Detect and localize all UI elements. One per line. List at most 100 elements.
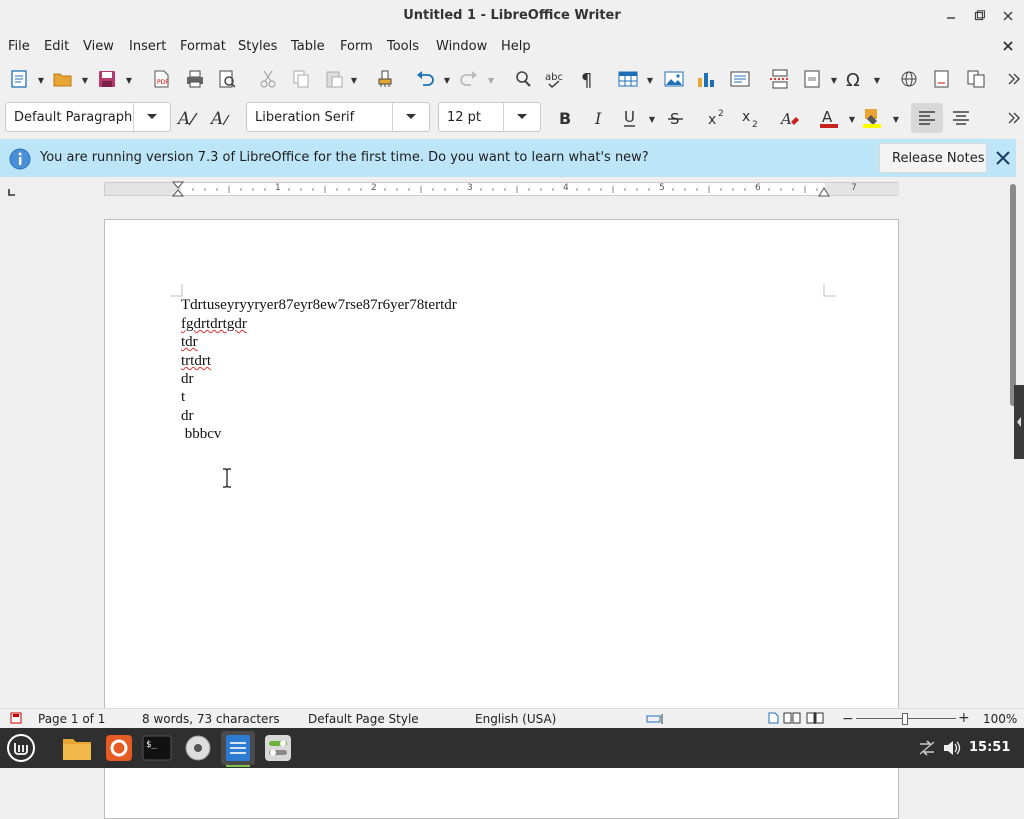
menu-file[interactable]: File (8, 39, 30, 54)
close-document-button[interactable] (998, 36, 1018, 56)
libreoffice-writer-task[interactable] (221, 731, 255, 765)
tab-stop-type-icon[interactable] (7, 186, 17, 201)
horizontal-ruler[interactable]: 1 2 3 4 5 6 7 (104, 182, 899, 196)
formatting-marks-icon[interactable]: ¶ (576, 67, 600, 91)
maximize-button[interactable] (969, 6, 989, 26)
firefox-icon[interactable] (104, 733, 134, 763)
clear-formatting-icon[interactable]: A (778, 106, 802, 130)
zoom-slider-handle[interactable] (902, 713, 908, 725)
chevron-down-icon[interactable] (392, 103, 429, 131)
special-char-dropdown-icon[interactable]: ▼ (873, 76, 881, 85)
insert-chart-icon[interactable] (694, 67, 718, 91)
book-view-icon[interactable] (806, 712, 824, 728)
disc-burner-icon[interactable] (183, 733, 213, 763)
document-line[interactable]: tdr (181, 334, 198, 351)
menu-form[interactable]: Form (340, 39, 373, 54)
open-dropdown-icon[interactable]: ▼ (81, 76, 89, 85)
language[interactable]: English (USA) (475, 712, 556, 726)
document-line[interactable]: t (181, 389, 185, 406)
insert-table-icon[interactable] (616, 67, 640, 91)
cut-icon[interactable] (256, 67, 280, 91)
files-folder-icon[interactable] (62, 733, 92, 763)
insert-image-icon[interactable] (662, 67, 686, 91)
page-style[interactable]: Default Page Style (308, 712, 419, 726)
new-style-icon[interactable]: A (209, 106, 233, 130)
paragraph-style-combobox[interactable]: Default Paragraph (5, 102, 171, 132)
underline-icon[interactable]: U (618, 106, 642, 130)
table-dropdown-icon[interactable]: ▼ (646, 76, 654, 85)
new-dropdown-icon[interactable]: ▼ (37, 76, 45, 85)
special-character-icon[interactable]: Ω (843, 67, 867, 91)
undo-icon[interactable] (413, 67, 437, 91)
print-icon[interactable] (183, 67, 207, 91)
word-count[interactable]: 8 words, 73 characters (142, 712, 280, 726)
right-indent-marker[interactable] (818, 187, 830, 203)
release-notes-button[interactable]: Release Notes (879, 143, 987, 173)
save-icon[interactable] (95, 67, 119, 91)
insert-field-icon[interactable] (801, 67, 825, 91)
page-count[interactable]: Page 1 of 1 (38, 712, 105, 726)
underline-dropdown-icon[interactable]: ▼ (648, 115, 656, 124)
document-line[interactable]: dr (181, 408, 194, 425)
open-folder-icon[interactable] (51, 67, 75, 91)
format-toolbar-overflow-icon[interactable] (1002, 106, 1024, 130)
insert-textbox-icon[interactable] (728, 67, 752, 91)
terminal-icon[interactable]: $_ (142, 733, 172, 763)
zoom-slider[interactable] (856, 713, 956, 725)
font-color-dropdown-icon[interactable]: ▼ (848, 115, 856, 124)
menu-tools[interactable]: Tools (387, 39, 419, 54)
system-settings-icon[interactable] (263, 733, 293, 763)
menu-insert[interactable]: Insert (129, 39, 166, 54)
paste-icon[interactable] (322, 67, 346, 91)
volume-icon[interactable] (943, 740, 961, 760)
single-page-view-icon[interactable] (767, 712, 779, 728)
menu-table[interactable]: Table (291, 39, 325, 54)
update-style-icon[interactable]: A (176, 106, 200, 130)
superscript-icon[interactable]: x2 (705, 106, 729, 130)
menu-view[interactable]: View (83, 39, 114, 54)
field-dropdown-icon[interactable]: ▼ (830, 76, 838, 85)
paste-dropdown-icon[interactable]: ▼ (350, 76, 358, 85)
italic-icon[interactable]: I (587, 106, 611, 130)
zoom-level[interactable]: 100% (983, 712, 1017, 726)
insert-page-break-icon[interactable] (768, 67, 792, 91)
menu-format[interactable]: Format (180, 39, 226, 54)
selection-mode-icon[interactable] (646, 713, 666, 729)
clone-formatting-icon[interactable] (373, 67, 397, 91)
zoom-out-icon[interactable]: − (842, 711, 854, 727)
menu-help[interactable]: Help (501, 39, 531, 54)
save-dropdown-icon[interactable]: ▼ (125, 76, 133, 85)
strikethrough-icon[interactable]: S (664, 106, 688, 130)
infobar-close-icon[interactable] (991, 146, 1015, 170)
insert-comment-icon[interactable] (964, 67, 988, 91)
new-document-icon[interactable] (7, 67, 31, 91)
multi-page-view-icon[interactable] (783, 712, 801, 728)
highlight-dropdown-icon[interactable]: ▼ (892, 115, 900, 124)
bold-icon[interactable]: B (553, 106, 577, 130)
document-line[interactable]: Tdrtuseyryyryer87eyr8ew7rse87r6yer78tert… (181, 297, 457, 314)
insert-hyperlink-icon[interactable] (897, 67, 921, 91)
undo-dropdown-icon[interactable]: ▼ (443, 76, 451, 85)
align-left-icon[interactable] (911, 103, 943, 133)
spelling-icon[interactable]: abc (543, 67, 567, 91)
document-modified-icon[interactable] (10, 712, 22, 728)
find-replace-icon[interactable] (511, 67, 535, 91)
insert-footnote-icon[interactable] (930, 67, 954, 91)
copy-icon[interactable] (289, 67, 313, 91)
document-line[interactable]: dr (181, 371, 194, 388)
menu-window[interactable]: Window (436, 39, 487, 54)
align-center-icon[interactable] (949, 106, 973, 130)
redo-icon[interactable] (457, 67, 481, 91)
sidebar-toggle[interactable] (1014, 385, 1024, 459)
export-pdf-icon[interactable]: PDF (149, 67, 173, 91)
scrollbar-thumb[interactable] (1010, 184, 1016, 406)
font-size-combobox[interactable]: 12 pt (438, 102, 541, 132)
close-window-button[interactable] (998, 6, 1018, 26)
font-color-icon[interactable]: A (817, 106, 841, 130)
toolbar-overflow-icon[interactable] (1002, 67, 1024, 91)
menu-edit[interactable]: Edit (44, 39, 69, 54)
minimize-button[interactable] (941, 6, 961, 26)
document-line[interactable]: fgdrtdrtgdr (181, 316, 247, 333)
document-line[interactable]: trtdrt (181, 353, 211, 370)
left-indent-marker[interactable] (171, 181, 185, 203)
